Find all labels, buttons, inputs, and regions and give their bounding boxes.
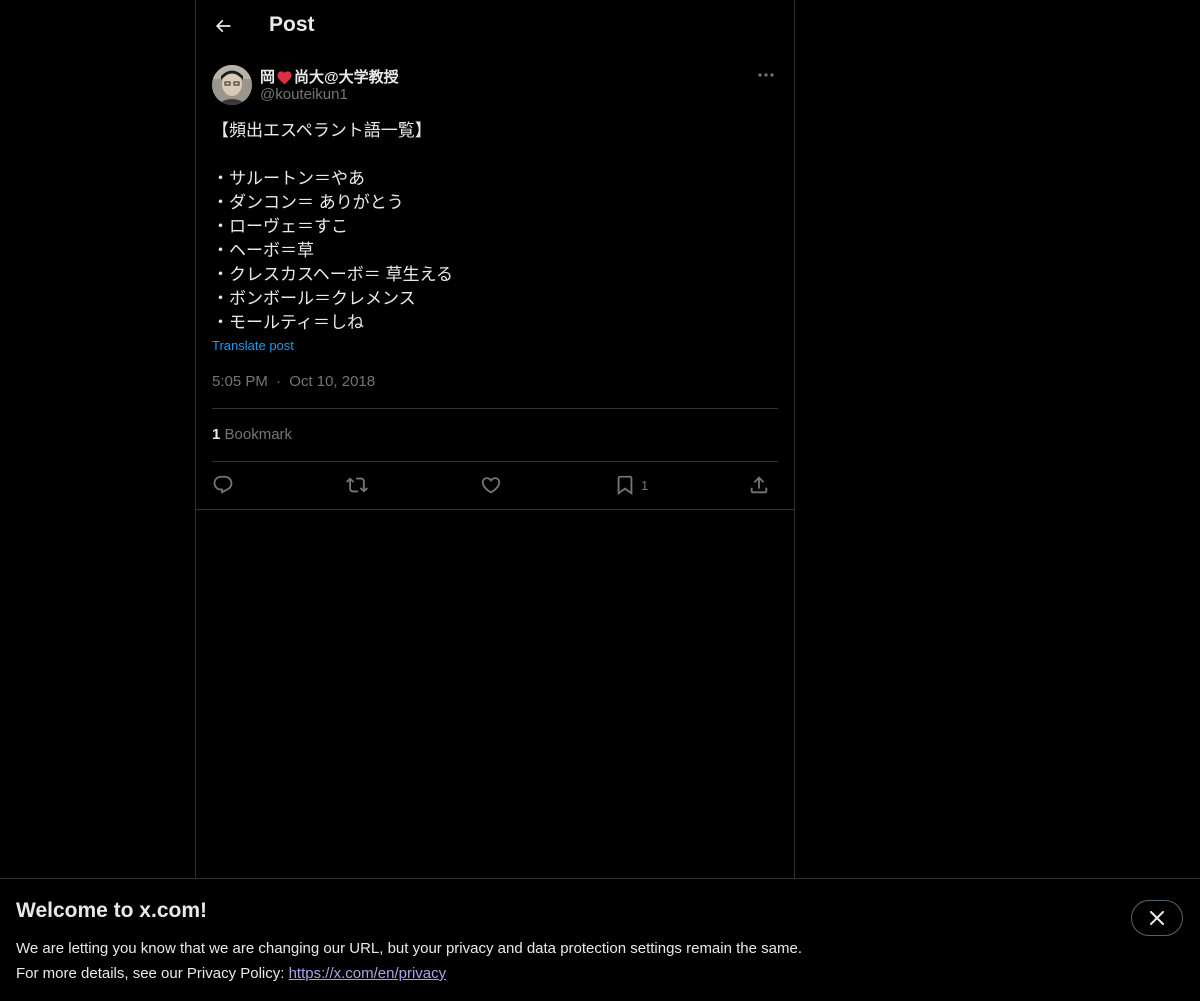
- repost-button[interactable]: [346, 470, 368, 500]
- post-line: ・クレスカスヘーボ＝ 草生える: [212, 265, 454, 284]
- banner-line: We are letting you know that we are chan…: [16, 940, 802, 957]
- timestamp-separator: ·: [276, 373, 282, 390]
- banner-line: For more details, see our Privacy Policy…: [16, 961, 802, 986]
- arrow-left-icon: [215, 19, 231, 33]
- post-line: ・ローヴェ＝すこ: [212, 217, 348, 236]
- avatar[interactable]: [212, 65, 252, 105]
- author-name-part1: 岡: [260, 69, 276, 86]
- post-line: ・ボンボール＝クレメンス: [212, 289, 416, 308]
- post-line: [212, 143, 778, 167]
- post-date: Oct 10, 2018: [289, 373, 376, 390]
- post-time: 5:05 PM: [212, 373, 268, 390]
- post-line: ・ダンコン＝ ありがとう: [212, 193, 404, 212]
- post-actions: 1: [212, 470, 778, 500]
- post-line: ・モールティ＝しね: [212, 313, 364, 332]
- banner-title: Welcome to x.com!: [16, 899, 207, 922]
- bookmark-stat[interactable]: 1 Bookmark: [212, 426, 292, 443]
- divider: [212, 408, 778, 409]
- post-author: 岡 尚大@大学教授 @kouteikun1: [212, 65, 778, 107]
- bookmark-stat-count: 1: [212, 426, 221, 443]
- repost-icon: [346, 477, 368, 493]
- more-options-button[interactable]: [754, 65, 778, 85]
- close-banner-button[interactable]: [1131, 900, 1183, 936]
- banner-line-prefix: For more details, see our Privacy Policy…: [16, 965, 289, 982]
- post-line: ・サルートン＝やあ: [212, 169, 365, 188]
- bookmark-action-count: 1: [641, 477, 649, 493]
- post-line: 【頻出エスペラント語一覧】: [212, 121, 432, 140]
- reply-button[interactable]: [212, 470, 234, 500]
- back-button[interactable]: [206, 8, 240, 44]
- share-icon: [750, 476, 768, 494]
- bookmark-button[interactable]: 1: [614, 470, 648, 500]
- bookmark-stat-label: Bookmark: [224, 426, 293, 443]
- banner-text: We are letting you know that we are chan…: [16, 936, 802, 986]
- post-line: ・ヘーボ＝草: [212, 241, 314, 260]
- post-text: 【頻出エスペラント語一覧】 ・サルートン＝やあ ・ダンコン＝ ありがとう ・ロー…: [212, 119, 778, 335]
- author-name-part2: 尚大@大学教授: [294, 69, 399, 86]
- author-handle[interactable]: @kouteikun1: [260, 86, 348, 103]
- bookmark-icon: [617, 475, 633, 496]
- avatar-image: [212, 65, 252, 105]
- post-timestamp[interactable]: 5:05 PM · Oct 10, 2018: [212, 373, 375, 390]
- close-icon: [1150, 911, 1164, 925]
- more-dots-icon: [758, 73, 774, 77]
- divider: [196, 509, 794, 510]
- share-button[interactable]: [748, 470, 770, 500]
- page-title: Post: [269, 13, 315, 36]
- translate-post-link[interactable]: Translate post: [212, 338, 294, 353]
- divider: [212, 461, 778, 462]
- like-button[interactable]: [480, 470, 502, 500]
- reply-icon: [213, 475, 233, 494]
- welcome-banner: Welcome to x.com! We are letting you kno…: [0, 878, 1200, 1001]
- heart-icon: [481, 477, 501, 494]
- post-column: Post 岡 尚大@大学教授 @kouteikun1 【頻出エスペラント語一覧】…: [195, 0, 795, 878]
- privacy-policy-link[interactable]: https://x.com/en/privacy: [289, 965, 447, 982]
- post-header: Post: [196, 0, 794, 54]
